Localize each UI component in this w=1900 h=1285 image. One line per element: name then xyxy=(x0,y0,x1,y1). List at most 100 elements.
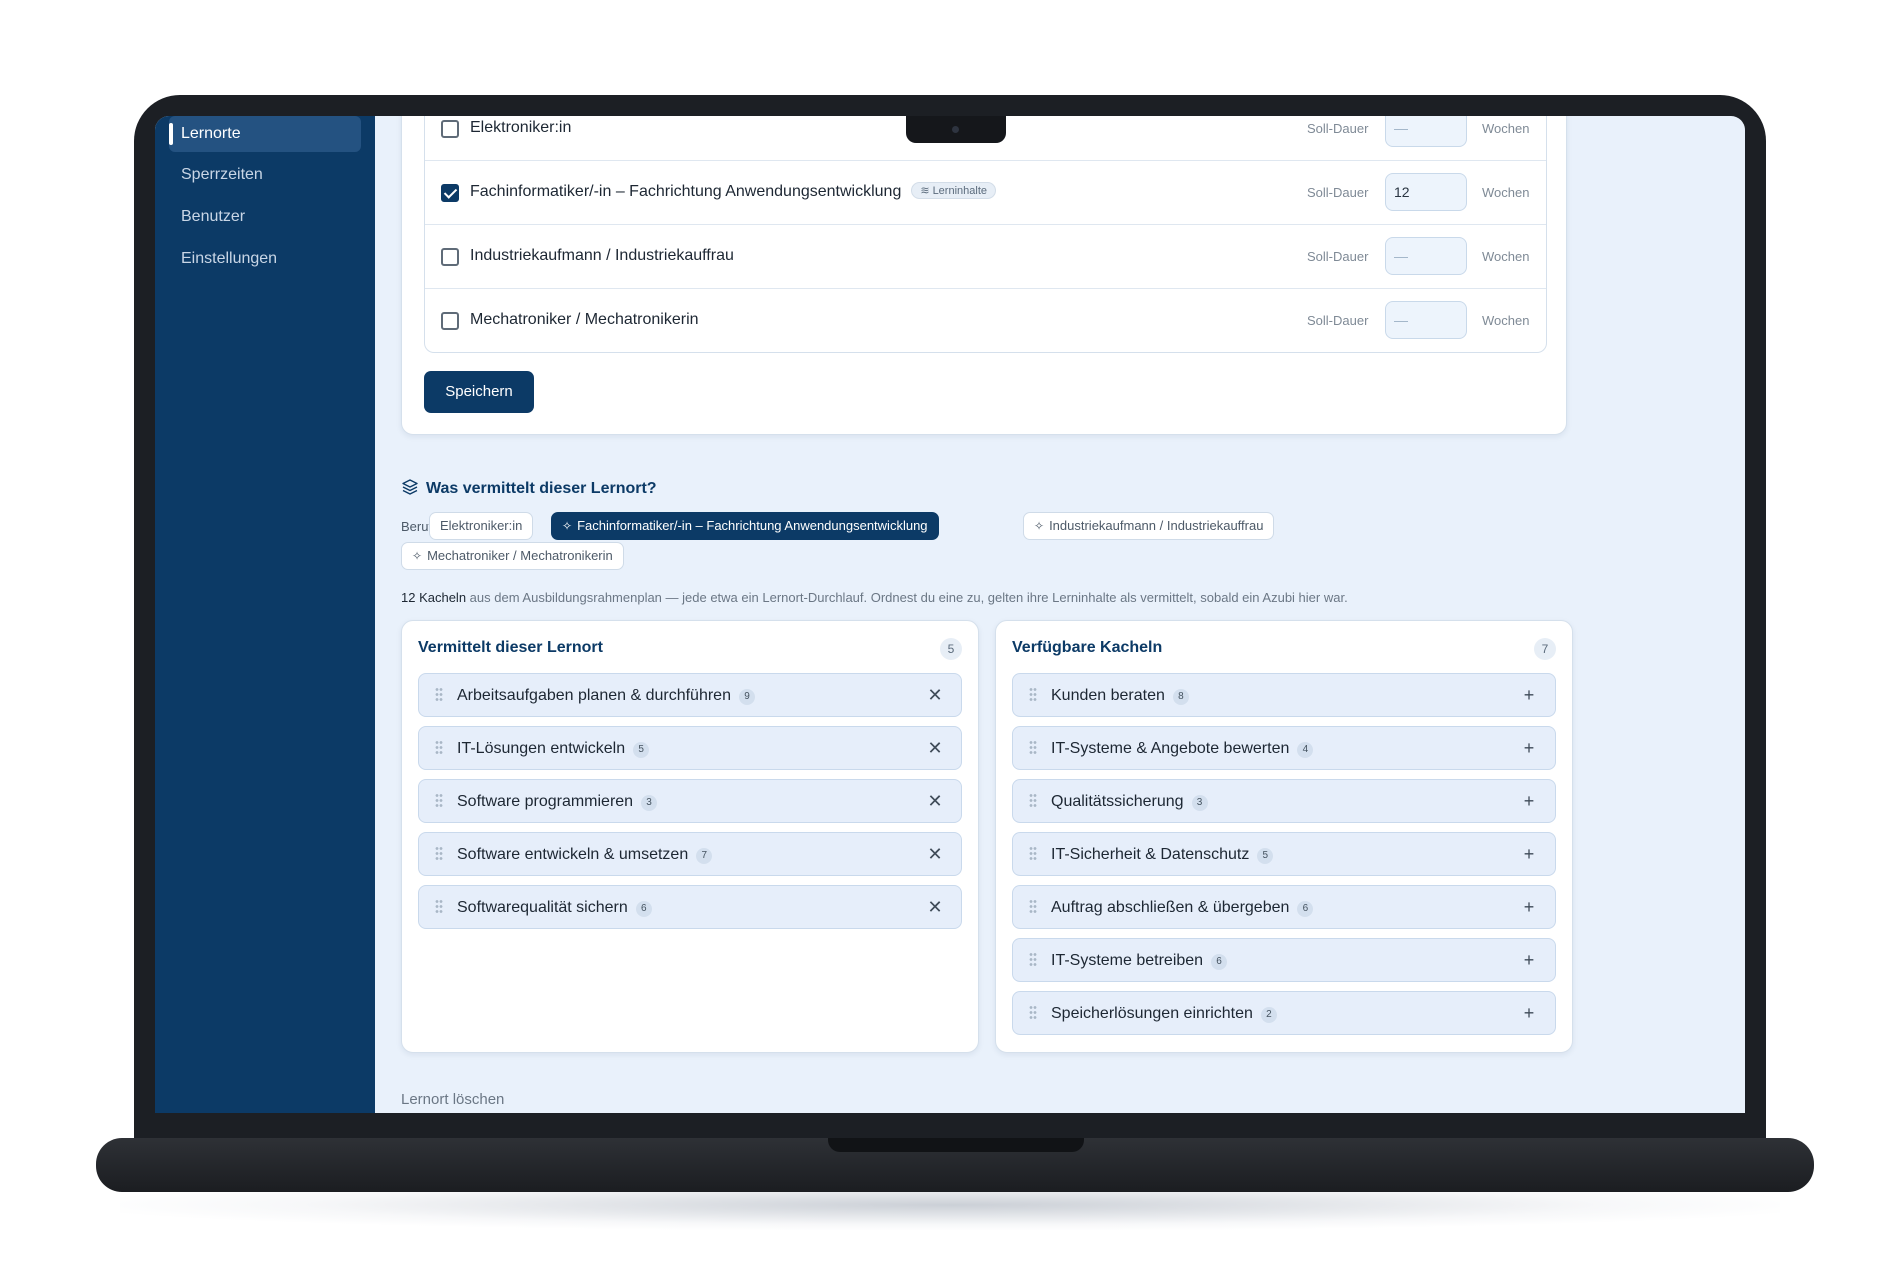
main-content: Elektroniker:in Soll-Dauer — Wochen Fachinfo… xyxy=(375,116,1745,1113)
sparkle-icon: ✧ xyxy=(562,519,573,533)
duration-input[interactable]: 12 xyxy=(1385,173,1467,211)
close-icon[interactable]: ✕ xyxy=(923,683,947,707)
plus-icon[interactable]: + xyxy=(1517,789,1541,813)
kachel-tile[interactable]: Software programmieren 3 ✕ xyxy=(418,779,962,823)
drag-handle-icon[interactable] xyxy=(1029,687,1037,703)
kachel-tile[interactable]: Kunden beraten 8 + xyxy=(1012,673,1556,717)
info-count: 12 Kacheln xyxy=(401,590,467,605)
drag-handle-icon[interactable] xyxy=(1029,740,1037,756)
profession-checkbox[interactable] xyxy=(441,184,459,202)
close-icon[interactable]: ✕ xyxy=(923,736,947,760)
drag-handle-icon[interactable] xyxy=(435,793,443,809)
kachel-tile[interactable]: Softwarequalität sichern 6 ✕ xyxy=(418,885,962,929)
kachel-name: IT-Sicherheit & Datenschutz 5 xyxy=(1051,846,1274,864)
section-title-text: Was vermittelt dieser Lernort? xyxy=(426,480,657,497)
kachel-name: Auftrag abschließen & übergeben 6 xyxy=(1051,899,1314,917)
plus-icon[interactable]: + xyxy=(1517,683,1541,707)
assigned-count-badge: 5 xyxy=(940,638,962,660)
info-text: 12 Kacheln aus dem Ausbildungsrahmenplan… xyxy=(401,590,1348,605)
soll-dauer-label: Soll-Dauer xyxy=(1307,313,1369,328)
kachel-name: Software entwickeln & umsetzen 7 xyxy=(457,846,713,864)
plus-icon[interactable]: + xyxy=(1517,948,1541,972)
drag-handle-icon[interactable] xyxy=(1029,899,1037,915)
kachel-tile[interactable]: IT-Systeme betreiben 6 + xyxy=(1012,938,1556,982)
sidebar-item-lernorte[interactable]: Lernorte xyxy=(169,116,361,152)
kachel-tile[interactable]: Software entwickeln & umsetzen 7 ✕ xyxy=(418,832,962,876)
kachel-name: Software programmieren 3 xyxy=(457,793,658,811)
kachel-count: 3 xyxy=(641,795,658,811)
kachel-count: 5 xyxy=(1257,848,1274,864)
delete-lernort-link[interactable]: Lernort löschen xyxy=(401,1091,504,1108)
kachel-count: 6 xyxy=(1297,901,1314,917)
close-icon[interactable]: ✕ xyxy=(923,842,947,866)
kachel-name: Arbeitsaufgaben planen & durchführen 9 xyxy=(457,687,755,705)
beruf-chip[interactable]: ✧ Fachinformatiker/-in – Fachrichtung Anw… xyxy=(551,512,939,540)
close-icon[interactable]: ✕ xyxy=(923,789,947,813)
sidebar-item-einstellungen[interactable]: Einstellungen xyxy=(169,241,361,277)
layers-icon xyxy=(402,479,418,495)
drag-handle-icon[interactable] xyxy=(1029,793,1037,809)
drag-handle-icon[interactable] xyxy=(1029,846,1037,862)
kachel-tile[interactable]: IT-Sicherheit & Datenschutz 5 + xyxy=(1012,832,1556,876)
drag-handle-icon[interactable] xyxy=(1029,1005,1037,1021)
wochen-label: Wochen xyxy=(1482,121,1530,136)
duration-input[interactable]: — xyxy=(1385,116,1467,147)
profession-checkbox[interactable] xyxy=(441,312,459,330)
profession-row: Mechatroniker / Mechatronikerin Soll-Daue… xyxy=(425,289,1546,353)
beruf-chip[interactable]: ✧ Industriekaufmann / Industriekauffrau xyxy=(1023,512,1275,540)
profession-checkbox[interactable] xyxy=(441,120,459,138)
soll-dauer-label: Soll-Dauer xyxy=(1307,249,1369,264)
kachel-count: 8 xyxy=(1172,689,1189,705)
sparkle-icon: ✧ xyxy=(1034,519,1045,533)
sidebar-item-benutzer[interactable]: Benutzer xyxy=(169,199,361,235)
professions-card: Elektroniker:in Soll-Dauer — Wochen Fachinfo… xyxy=(401,116,1567,435)
kachel-tile[interactable]: Arbeitsaufgaben planen & durchführen 9 ✕ xyxy=(418,673,962,717)
kachel-count: 6 xyxy=(635,901,652,917)
wochen-label: Wochen xyxy=(1482,249,1530,264)
beruf-chip[interactable]: ✧ Mechatroniker / Mechatronikerin xyxy=(401,542,624,570)
lerninhalte-badge: ≋ Lerninhalte xyxy=(911,182,996,200)
professions-table: Elektroniker:in Soll-Dauer — Wochen Fachinfo… xyxy=(424,116,1547,353)
profession-row: Fachinformatiker/-in – Fachrichtung Anwe… xyxy=(425,161,1546,225)
plus-icon[interactable]: + xyxy=(1517,842,1541,866)
kachel-count: 6 xyxy=(1211,954,1228,970)
kachel-name: Qualitätssicherung 3 xyxy=(1051,793,1208,811)
kachel-count: 4 xyxy=(1297,742,1314,758)
kachel-count: 5 xyxy=(633,742,650,758)
available-count-badge: 7 xyxy=(1534,638,1556,660)
kachel-tile[interactable]: Qualitätssicherung 3 + xyxy=(1012,779,1556,823)
kachel-tile[interactable]: Auftrag abschließen & übergeben 6 + xyxy=(1012,885,1556,929)
kachel-name: IT-Lösungen entwickeln 5 xyxy=(457,740,650,758)
plus-icon[interactable]: + xyxy=(1517,895,1541,919)
profession-name: Fachinformatiker/-in – Fachrichtung Anwe… xyxy=(470,182,996,201)
kachel-name: Kunden beraten 8 xyxy=(1051,687,1189,705)
duration-input[interactable]: — xyxy=(1385,301,1467,339)
close-icon[interactable]: ✕ xyxy=(923,895,947,919)
beruf-chip[interactable]: Elektroniker:in xyxy=(429,512,534,540)
screen: Lernorte Sperrzeiten Benutzer Einstellun… xyxy=(155,116,1745,1113)
duration-input[interactable]: — xyxy=(1385,237,1467,275)
sidebar-item-sperrzeiten[interactable]: Sperrzeiten xyxy=(169,157,361,193)
drag-handle-icon[interactable] xyxy=(435,740,443,756)
kachel-tile[interactable]: IT-Lösungen entwickeln 5 ✕ xyxy=(418,726,962,770)
kachel-tile[interactable]: Speicherlösungen einrichten 2 + xyxy=(1012,991,1556,1035)
drag-handle-icon[interactable] xyxy=(435,687,443,703)
drag-handle-icon[interactable] xyxy=(435,846,443,862)
plus-icon[interactable]: + xyxy=(1517,1001,1541,1025)
camera-icon xyxy=(952,126,959,133)
kachel-count: 9 xyxy=(738,689,755,705)
plus-icon[interactable]: + xyxy=(1517,736,1541,760)
profession-checkbox[interactable] xyxy=(441,248,459,266)
kachel-name: IT-Systeme & Angebote bewerten 4 xyxy=(1051,740,1314,758)
laptop-hinge xyxy=(828,1138,1084,1152)
drag-handle-icon[interactable] xyxy=(1029,952,1037,968)
wochen-label: Wochen xyxy=(1482,185,1530,200)
kachel-tile[interactable]: IT-Systeme & Angebote bewerten 4 + xyxy=(1012,726,1556,770)
available-panel-title: Verfügbare Kacheln xyxy=(1012,639,1163,656)
wochen-label: Wochen xyxy=(1482,313,1530,328)
drag-handle-icon[interactable] xyxy=(435,899,443,915)
kachel-name: Speicherlösungen einrichten 2 xyxy=(1051,1005,1277,1023)
sidebar: Lernorte Sperrzeiten Benutzer Einstellun… xyxy=(155,116,375,1113)
profession-row: Industriekaufmann / Industriekauffrau Sol… xyxy=(425,225,1546,289)
save-button[interactable]: Speichern xyxy=(424,371,534,413)
